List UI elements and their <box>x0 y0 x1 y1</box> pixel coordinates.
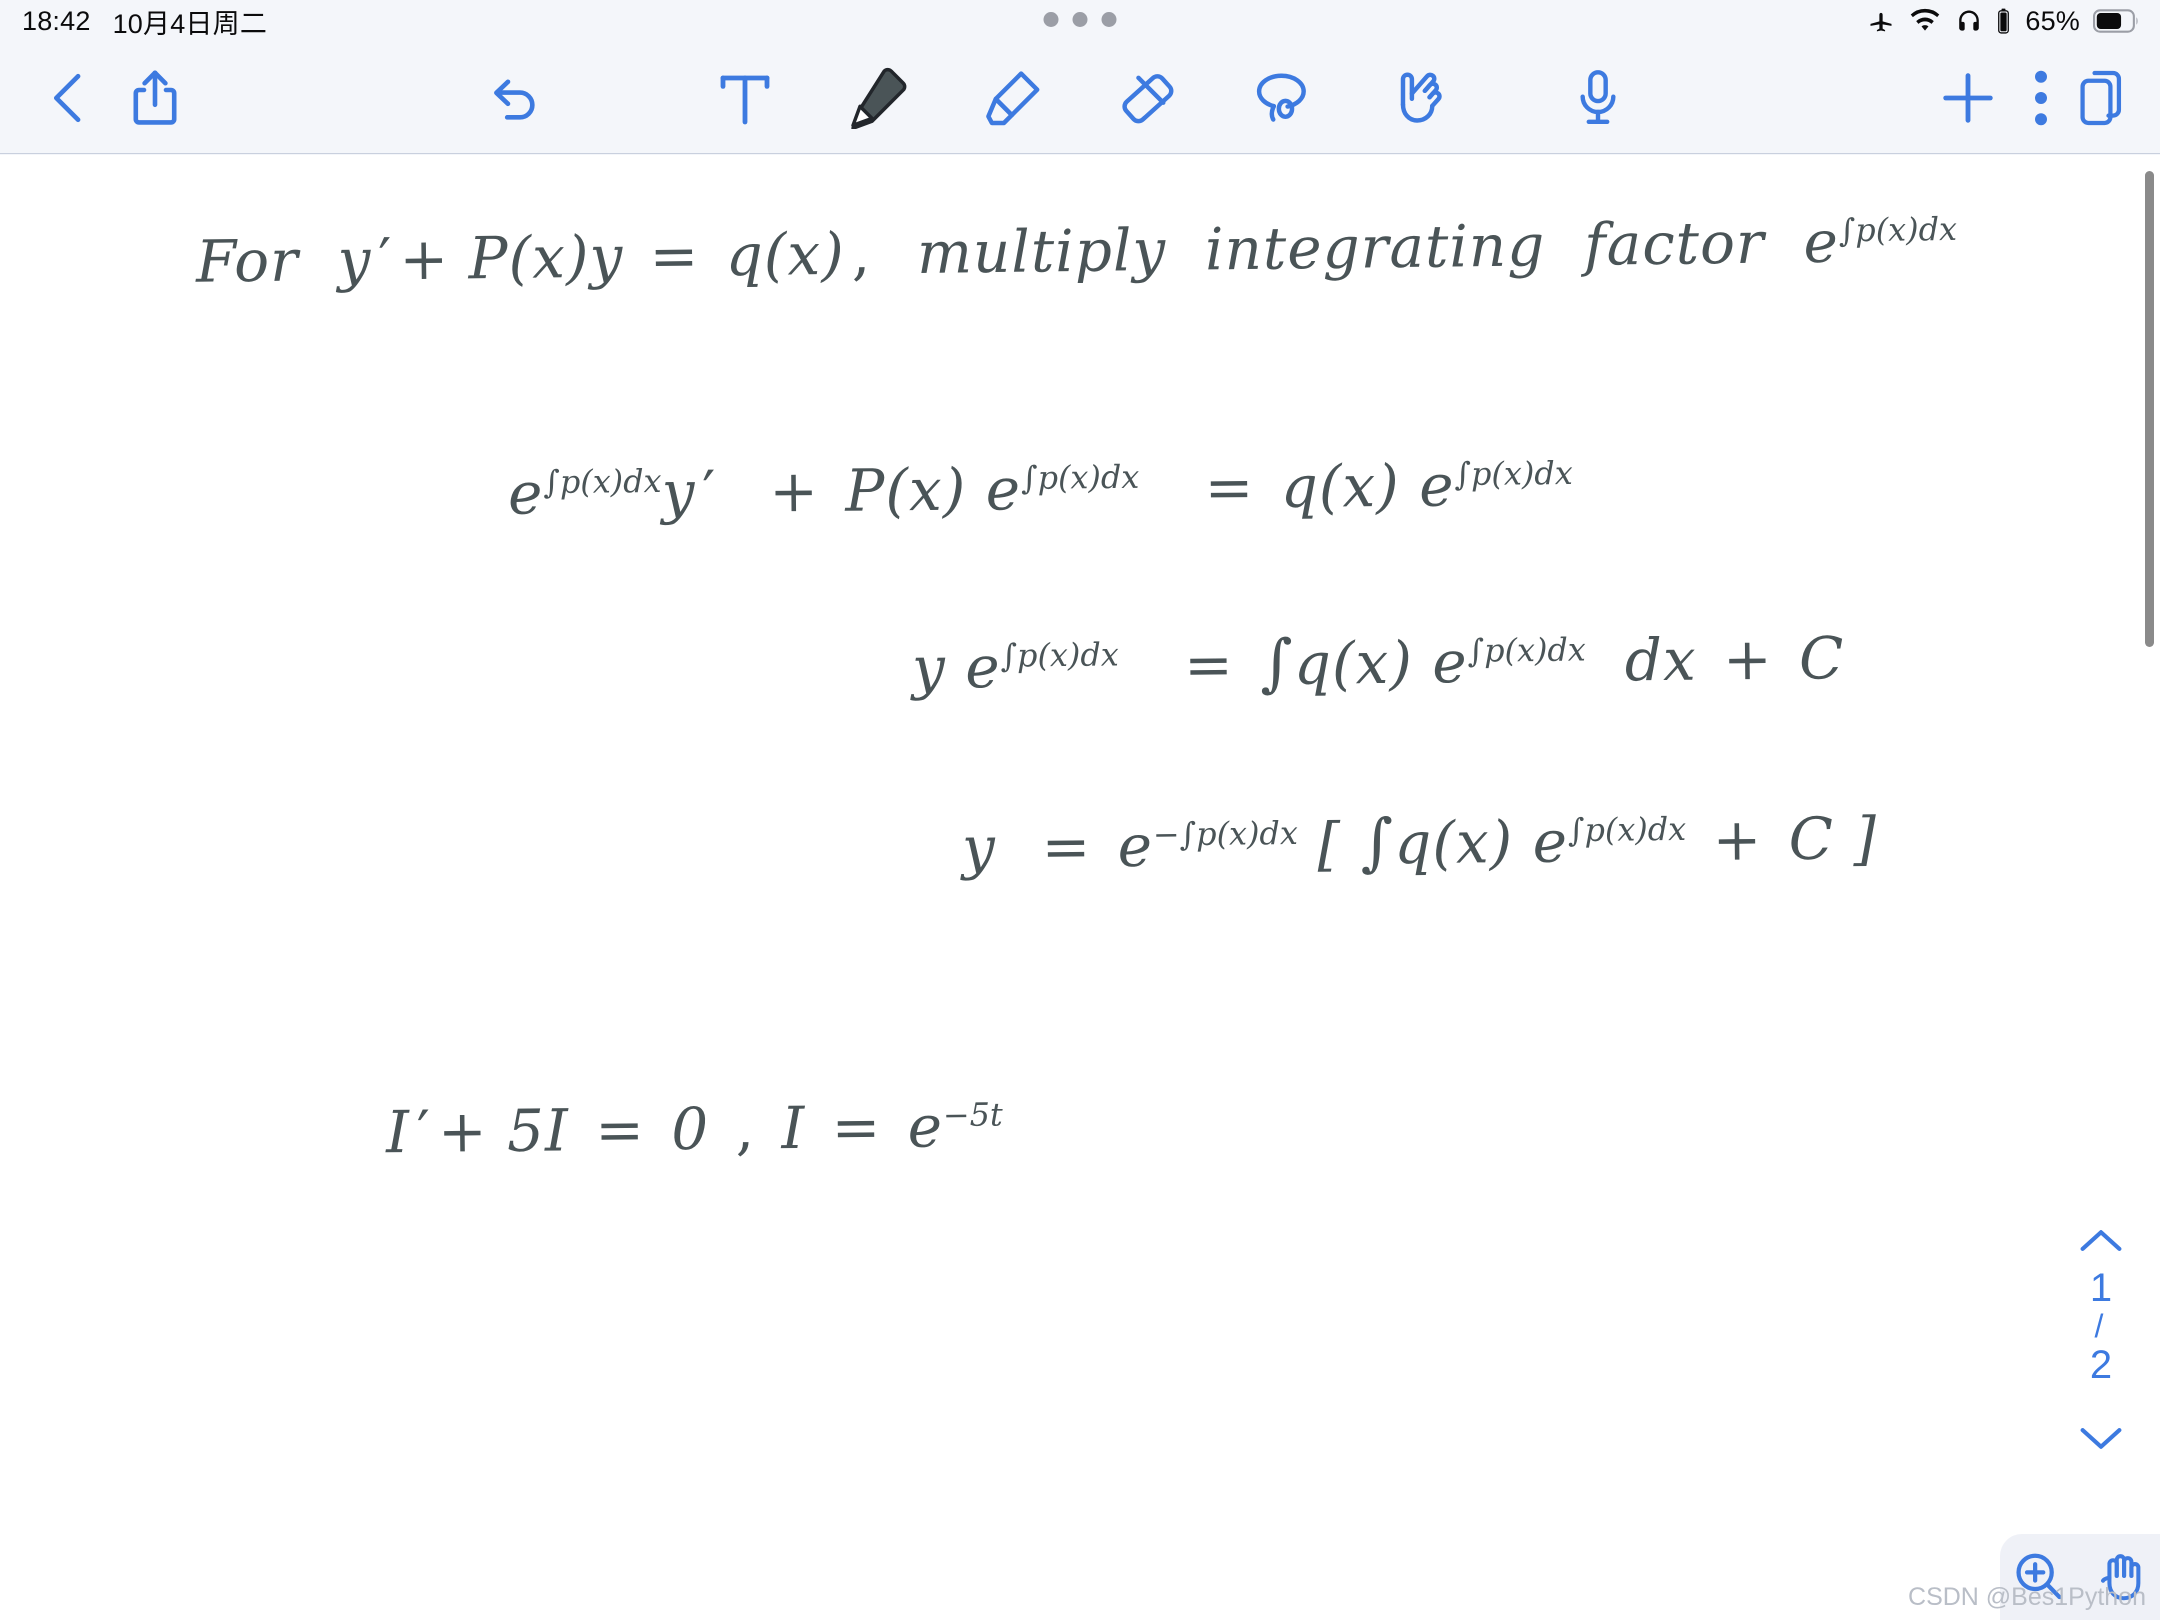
undo-button[interactable] <box>470 55 556 141</box>
handwriting-line-3: y e∫p(x)dx = ∫q(x) e∫p(x)dx dx + C <box>911 624 1845 702</box>
lasso-icon <box>1256 72 1306 122</box>
status-date: 10月4日周二 <box>112 8 268 39</box>
note-canvas[interactable]: For y ′ + P(x)y = q(x), multiply integrati… <box>0 155 2160 1620</box>
chevron-up-icon <box>2080 1230 2122 1251</box>
status-bar: 18:42 10月4日周二 65% <box>0 0 2160 42</box>
open-hand-icon <box>2101 1554 2141 1601</box>
current-page-label[interactable]: 1 <box>2090 1267 2112 1309</box>
back-chevron-icon <box>53 73 81 122</box>
text-T-icon <box>720 75 770 124</box>
chevron-down-icon <box>2080 1428 2122 1450</box>
notes-app-window: 18:42 10月4日周二 65% For y ′ + P(x)y = q(x)… <box>0 0 2160 1620</box>
share-button[interactable] <box>112 55 198 141</box>
tool-palette <box>707 60 1453 136</box>
highlighter-icon <box>986 70 1040 125</box>
eraser-tool[interactable] <box>1109 60 1185 136</box>
scrollbar-thumb[interactable] <box>2145 171 2154 647</box>
pen-tool[interactable] <box>841 60 917 136</box>
wifi-icon <box>1911 8 1940 31</box>
main-toolbar <box>0 42 2160 154</box>
pan-hand-button[interactable] <box>2090 1546 2152 1608</box>
share-icon <box>133 70 177 125</box>
handwriting-line-2: e∫p(x)dxy ′ + P(x) e∫p(x)dx = q(x) e∫p(x)… <box>507 451 1573 528</box>
highlighter-tool[interactable] <box>975 60 1051 136</box>
handwriting-line-5: I ′ + 5I = 0 , I = e−5t <box>385 1092 1003 1167</box>
plus-icon <box>1943 72 1993 123</box>
text-tool[interactable] <box>707 60 783 136</box>
pages-copy-icon <box>2080 70 2122 125</box>
battery-percent-label: 65% <box>2025 5 2080 36</box>
multitask-handle-icon[interactable] <box>1043 12 1117 27</box>
back-button[interactable] <box>30 59 108 137</box>
eraser-icon <box>1122 73 1174 123</box>
undo-icon <box>494 78 535 120</box>
handle-dot <box>1101 12 1117 27</box>
zoom-in-magnifier-icon <box>2016 1553 2062 1600</box>
lasso-tool[interactable] <box>1243 60 1319 136</box>
pointing-hand-icon <box>1400 72 1442 123</box>
handle-dot <box>1043 12 1059 27</box>
battery-icon <box>2093 9 2138 33</box>
status-bar-left: 18:42 10月4日周二 <box>0 2 267 41</box>
status-time: 18:42 <box>22 5 91 36</box>
handwriting-line-4: y = e−∫p(x)dx [ ∫q(x) e∫p(x)dx + C ] <box>961 804 1878 882</box>
vertical-scrollbar[interactable] <box>2142 155 2160 1620</box>
add-page-button[interactable] <box>1925 55 2011 141</box>
pages-button[interactable] <box>2062 55 2148 141</box>
page-down-button[interactable] <box>2073 1412 2129 1464</box>
zoom-pan-panel <box>2000 1534 2160 1620</box>
airplane-mode-icon <box>1870 12 1892 32</box>
page-up-button[interactable] <box>2073 1215 2129 1267</box>
zoom-in-button[interactable] <box>2008 1546 2070 1608</box>
microphone-icon <box>1580 69 1616 124</box>
total-pages-label[interactable]: 2 <box>2090 1344 2112 1386</box>
three-dot-menu-icon <box>2035 70 2047 125</box>
page-separator: / <box>2094 1308 2104 1344</box>
shape-hand-tool[interactable] <box>1377 60 1453 136</box>
page-navigator: 1 / 2 <box>2068 1215 2134 1464</box>
status-bar-right: 65% <box>1866 0 2140 42</box>
handwriting-line-1: For y ′ + P(x)y = q(x), multiply integrati… <box>195 207 1958 296</box>
pen-icon <box>851 67 907 129</box>
headphones-battery-icon <box>1998 8 2010 34</box>
microphone-button[interactable] <box>1555 55 1641 141</box>
headphones-icon <box>1959 10 1980 31</box>
handle-dot <box>1072 12 1088 27</box>
